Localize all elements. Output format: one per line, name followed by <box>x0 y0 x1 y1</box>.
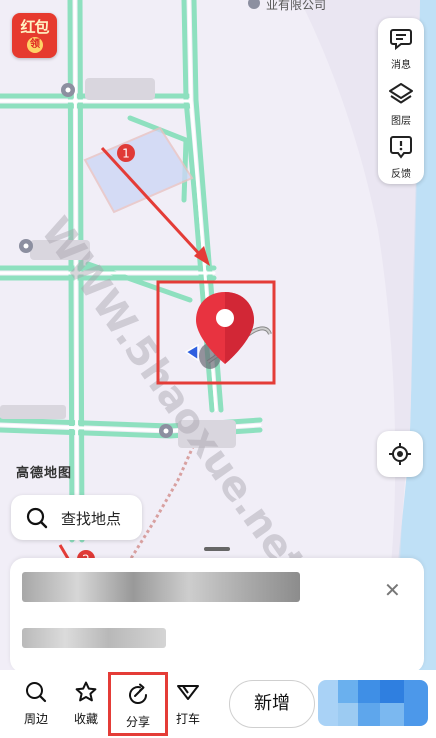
map-top-label: 业有限公司 <box>266 0 326 12</box>
messages-label: 消息 <box>391 60 411 71</box>
red-packet-label: 红包 <box>20 18 49 36</box>
favorite-button[interactable]: 收藏 <box>64 680 108 727</box>
favorite-label: 收藏 <box>73 712 98 726</box>
messages-button[interactable]: 消息 <box>378 27 424 71</box>
add-new-button[interactable]: 新增 <box>229 680 315 728</box>
nearby-button[interactable]: 周边 <box>14 680 58 727</box>
close-icon[interactable]: ✕ <box>384 578 401 602</box>
search-icon <box>26 507 48 529</box>
layers-label: 图层 <box>391 116 411 127</box>
map-logo: 高德地图 <box>16 466 73 481</box>
taxi-button[interactable]: 打车 <box>166 680 210 727</box>
crosshair-icon <box>389 443 411 465</box>
search-box[interactable]: 查找地点 <box>11 495 142 540</box>
nearby-label: 周边 <box>23 712 48 726</box>
taxi-label: 打车 <box>175 712 200 726</box>
red-packet-button[interactable]: 红包 领 <box>12 13 57 58</box>
feedback-button[interactable]: 反馈 <box>378 134 424 180</box>
layers-icon <box>389 83 413 104</box>
message-icon <box>390 29 412 51</box>
search-placeholder: 查找地点 <box>61 510 122 528</box>
star-icon <box>75 681 97 702</box>
taxi-icon <box>177 685 199 700</box>
sheet-drag-handle[interactable] <box>204 547 230 551</box>
place-name-blurred <box>22 572 300 602</box>
place-address-blurred <box>22 628 166 648</box>
bottom-action-bar: 周边 收藏 分享 打车 新增 <box>0 670 436 738</box>
layers-button[interactable]: 图层 <box>378 81 424 127</box>
feedback-icon <box>390 136 412 159</box>
share-icon <box>129 683 148 704</box>
right-toolbar: 消息 图层 反馈 <box>378 18 424 184</box>
place-info-card: ✕ <box>10 558 424 673</box>
locate-me-button[interactable] <box>377 431 423 477</box>
primary-action-button-blurred[interactable] <box>318 680 428 726</box>
svg-text:1: 1 <box>122 147 130 161</box>
share-label: 分享 <box>125 715 150 729</box>
feedback-label: 反馈 <box>391 169 411 180</box>
search-nearby-icon <box>26 682 47 703</box>
share-button[interactable]: 分享 <box>108 672 168 736</box>
red-packet-coin: 领 <box>27 37 43 53</box>
